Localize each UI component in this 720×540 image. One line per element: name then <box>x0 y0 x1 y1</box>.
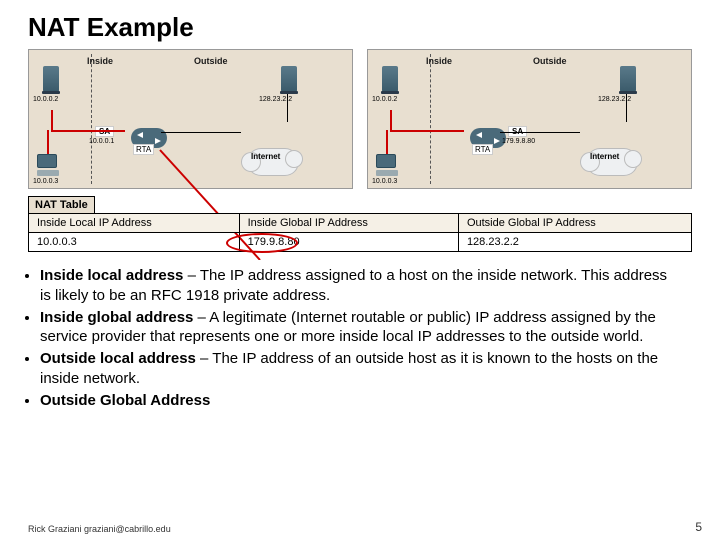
inside-label: Inside <box>426 56 452 66</box>
internet-label: Internet <box>590 152 619 161</box>
wire-icon <box>47 130 49 154</box>
term: Outside local address <box>40 350 196 367</box>
wire-icon <box>386 130 388 154</box>
pc-ip: 10.0.0.3 <box>372 178 397 185</box>
col-header: Outside Global IP Address <box>458 214 691 233</box>
nat-table: Inside Local IP Address Inside Global IP… <box>28 213 692 252</box>
pc-ip: 10.0.0.3 <box>33 178 58 185</box>
sa-right-ip: 179.9.8.80 <box>502 138 535 145</box>
table-header-row: Inside Local IP Address Inside Global IP… <box>29 214 692 233</box>
zone-divider <box>430 54 431 184</box>
wire-icon <box>161 132 241 133</box>
outside-label: Outside <box>194 56 228 66</box>
internet-label: Internet <box>251 152 280 161</box>
list-item: Inside local address – The IP address as… <box>40 266 680 306</box>
wire-icon <box>390 110 392 130</box>
footer-credit: Rick Graziani graziani@cabrillo.edu <box>28 524 171 534</box>
wire-icon <box>390 130 464 132</box>
cell: 179.9.8.80 <box>239 233 458 252</box>
server-icon <box>43 66 59 92</box>
server-ip: 10.0.0.2 <box>372 96 397 103</box>
server-icon <box>382 66 398 92</box>
diagram-row: Inside Outside 10.0.0.2 10.0.0.3 RTA SA … <box>0 49 720 195</box>
rta-label: RTA <box>133 144 154 155</box>
cell: 10.0.0.3 <box>29 233 240 252</box>
table-row: 10.0.0.3 179.9.8.80 128.23.2.2 <box>29 233 692 252</box>
pc-icon <box>376 154 398 176</box>
zone-divider <box>91 54 92 184</box>
term: Inside local address <box>40 267 183 284</box>
col-header: Inside Global IP Address <box>239 214 458 233</box>
rta-label: RTA <box>472 144 493 155</box>
page-number: 5 <box>695 520 702 534</box>
cell: 128.23.2.2 <box>458 233 691 252</box>
slide-title: NAT Example <box>0 0 720 49</box>
col-header: Inside Local IP Address <box>29 214 240 233</box>
inside-label: Inside <box>87 56 113 66</box>
nat-table-title: NAT Table <box>28 196 95 213</box>
diagram-left: Inside Outside 10.0.0.2 10.0.0.3 RTA SA … <box>28 49 353 189</box>
pc-icon <box>37 154 59 176</box>
term: Inside global address <box>40 309 193 326</box>
sa-left-ip: 10.0.0.1 <box>89 138 114 145</box>
wire-icon <box>500 132 580 133</box>
wire-icon <box>626 94 627 122</box>
nat-table-section: NAT Table Inside Local IP Address Inside… <box>0 195 720 258</box>
list-item: Outside Global Address <box>40 391 680 411</box>
wire-icon <box>51 110 53 130</box>
term: Outside Global Address <box>40 392 210 409</box>
bullet-list: Inside local address – The IP address as… <box>0 258 720 411</box>
outside-server-icon <box>620 66 636 92</box>
list-item: Outside local address – The IP address o… <box>40 349 680 389</box>
diagram-right: Inside Outside 10.0.0.2 10.0.0.3 RTA SA … <box>367 49 692 189</box>
wire-icon <box>287 94 288 122</box>
wire-icon <box>51 130 125 132</box>
outside-server-icon <box>281 66 297 92</box>
server-ip: 10.0.0.2 <box>33 96 58 103</box>
list-item: Inside global address – A legitimate (In… <box>40 308 680 348</box>
outside-label: Outside <box>533 56 567 66</box>
